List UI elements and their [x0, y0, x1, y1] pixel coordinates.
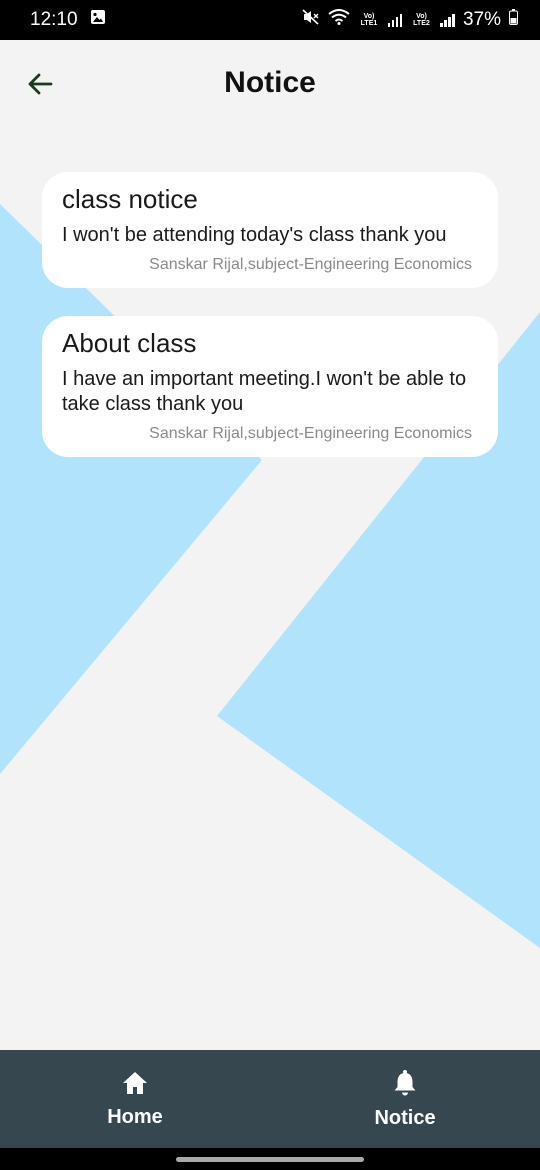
signal-1-icon [387, 13, 403, 27]
gallery-notification-icon [90, 9, 106, 31]
nav-label-home: Home [107, 1105, 163, 1128]
notice-title: class notice [62, 184, 198, 214]
nav-item-notice[interactable]: Notice [270, 1050, 540, 1148]
home-indicator[interactable] [176, 1157, 364, 1162]
page-title: Notice [224, 66, 316, 99]
sim1-label: Vo) LTE1 [360, 13, 378, 27]
notice-card[interactable]: class notice I won't be attending today'… [42, 172, 498, 289]
notice-body: I have an important meeting.I won't be a… [62, 368, 467, 416]
nav-label-notice: Notice [374, 1106, 436, 1129]
notice-card[interactable]: About class I have an important meeting.… [42, 316, 498, 458]
status-bar: 12:10 Vo) LTE1 Vo) LTE2 37% [0, 0, 540, 40]
battery-percent: 37% [462, 9, 501, 30]
status-time: 12:10 [30, 9, 78, 30]
wifi-icon [328, 9, 350, 31]
bottom-nav: Home Notice [0, 1050, 540, 1148]
signal-2-icon [440, 13, 455, 27]
screen: 12:10 Vo) LTE1 Vo) LTE2 37% Notice class… [0, 0, 540, 1170]
bell-icon [394, 1069, 416, 1095]
notice-list: class notice I won't be attending today'… [42, 172, 498, 485]
notice-author: Sanskar Rijal,subject-Engineering Econom… [149, 256, 472, 274]
app-header: Notice [0, 40, 540, 130]
notice-body: I won't be attending today's class thank… [62, 224, 447, 247]
nav-item-home[interactable]: Home [0, 1050, 270, 1148]
sim2-label: Vo) LTE2 [413, 13, 430, 27]
mute-icon [302, 9, 320, 31]
system-nav-bar [0, 1148, 540, 1170]
notice-title: About class [62, 328, 197, 359]
battery-icon [509, 9, 518, 31]
notice-author: Sanskar Rijal,subject-Engineering Econom… [149, 425, 472, 443]
home-icon [123, 1071, 147, 1094]
